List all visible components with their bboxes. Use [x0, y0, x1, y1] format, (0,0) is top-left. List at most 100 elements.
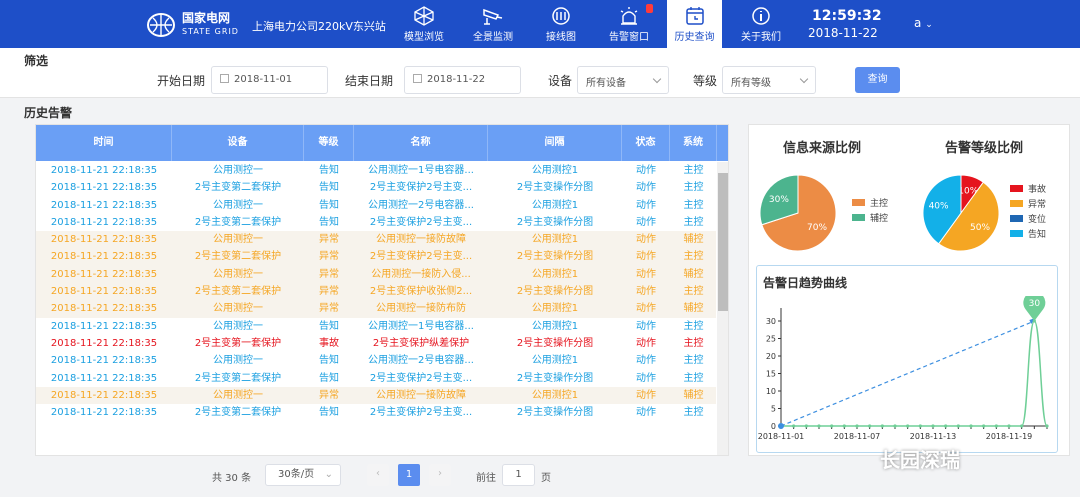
watermark-text: 长园深瑞 [880, 448, 960, 472]
nav-label: 模型浏览 [404, 32, 444, 43]
end-date-input[interactable]: 2018-11-22 [404, 66, 521, 94]
data-point[interactable] [1020, 424, 1024, 428]
data-point[interactable] [842, 424, 846, 428]
table-row[interactable]: 2018-11-21 22:18:35 公用测控一 异常 公用测控一接防故障 公用测控1… [36, 231, 716, 249]
col-header-name[interactable]: 名称 [354, 125, 488, 161]
nav-panorama-monitor[interactable]: 全景监测 [463, 0, 523, 48]
start-point[interactable] [778, 423, 784, 429]
legend-item[interactable]: 异常 [1010, 197, 1046, 210]
data-point[interactable] [918, 424, 922, 428]
col-header-status[interactable]: 状态 [622, 125, 670, 161]
nav-history-query[interactable]: 历史查询 [667, 0, 722, 48]
table-cell: 公用测控一 [213, 355, 263, 367]
table-row[interactable]: 2018-11-21 22:18:35 公用测控一 告知 公用测控一1号电容器... 公… [36, 162, 716, 179]
data-point[interactable] [906, 424, 910, 428]
next-page-button[interactable]: › [429, 464, 451, 486]
legend-item[interactable]: 事故 [1010, 182, 1046, 195]
table-cell: 公用测控1 [531, 165, 579, 176]
data-point[interactable] [944, 424, 948, 428]
table-cell: 2018-11-21 22:18:35 [50, 355, 158, 367]
table-scrollbar-thumb[interactable] [718, 173, 728, 311]
data-point[interactable] [868, 424, 872, 428]
legend-item[interactable]: 主控 [852, 196, 888, 209]
table-cell: 2号主变保护2号主变... [369, 216, 473, 228]
table-row[interactable]: 2018-11-21 22:18:35 2号主变第二套保护 告知 2号主变保护2号主变… [36, 179, 716, 196]
table-row[interactable]: 2018-11-21 22:18:35 2号主变第二套保护 告知 2号主变保护2号主变… [36, 214, 716, 231]
device-label: 设备 [548, 74, 573, 88]
data-point[interactable] [1045, 424, 1049, 428]
col-header-level[interactable]: 等级 [304, 125, 354, 161]
table-row[interactable]: 2018-11-21 22:18:35 2号主变第二套保护 异常 2号主变保护收张侧2… [36, 283, 716, 301]
table-cell: 2号主变第二套保护 [194, 372, 282, 384]
user-menu[interactable]: a ⌄ [914, 16, 933, 30]
data-point[interactable] [982, 424, 986, 428]
nav-model-browse[interactable]: 模型浏览 [394, 0, 454, 48]
username: a [914, 16, 922, 30]
data-point[interactable] [855, 424, 859, 428]
data-point[interactable] [792, 424, 796, 428]
table-row[interactable]: 2018-11-21 22:18:35 2号主变第二套保护 告知 2号主变保护2号主变… [36, 404, 716, 421]
table-row[interactable]: 2018-11-21 22:18:35 公用测控一 异常 公用测控一接防入侵... 公用… [36, 265, 716, 284]
data-point[interactable] [880, 424, 884, 428]
series-line [781, 320, 1048, 427]
page-number-current[interactable]: 1 [398, 464, 420, 486]
table-cell: 公用测控一1号电容器... [368, 320, 474, 332]
goto-page-input[interactable]: 1 [502, 464, 535, 486]
legend-swatch [1010, 200, 1023, 207]
prev-page-button[interactable]: ‹ [367, 464, 389, 486]
data-point[interactable] [817, 424, 821, 428]
query-button[interactable]: 查询 [855, 67, 900, 93]
table-cell: 2018-11-21 22:18:35 [50, 303, 158, 315]
start-date-input[interactable]: 2018-11-01 [211, 66, 328, 94]
data-point[interactable] [830, 424, 834, 428]
table-cell: 2号主变操作分图 [516, 372, 594, 384]
device-select-value: 所有设备 [586, 78, 626, 89]
table-cell: 2号主变操作分图 [516, 337, 594, 349]
col-header-system[interactable]: 系统 [670, 125, 717, 161]
col-header-bay[interactable]: 间隔 [488, 125, 622, 161]
start-date-label: 开始日期 [157, 74, 206, 88]
nav-label: 接线图 [546, 32, 576, 43]
table-cell: 公用测控一2号电容器... [368, 355, 474, 367]
table-row[interactable]: 2018-11-21 22:18:35 公用测控一 告知 公用测控一1号电容器... 公… [36, 318, 716, 335]
nav-about-us[interactable]: 关于我们 [731, 0, 791, 48]
table-cell: 公用测控一 [213, 268, 263, 280]
table-cell: 异常 [319, 234, 339, 246]
legend-item[interactable]: 告知 [1010, 227, 1046, 240]
legend-item[interactable]: 变位 [1010, 212, 1046, 225]
data-point[interactable] [956, 424, 960, 428]
level-select[interactable]: 所有等级 [722, 66, 816, 94]
table-row[interactable]: 2018-11-21 22:18:35 公用测控一 异常 公用测控一接防故障 公用测控1… [36, 386, 716, 405]
data-point[interactable] [931, 424, 935, 428]
table-cell: 2号主变第二套保护 [194, 407, 282, 419]
col-header-device[interactable]: 设备 [172, 125, 304, 161]
table-cell: 动作 [636, 165, 656, 176]
table-cell: 2018-11-21 22:18:35 [50, 165, 158, 176]
history-alarm-table: 时间 设备 等级 名称 间隔 状态 系统 2018-11-21 22:18:35… [35, 124, 729, 456]
table-row[interactable]: 2018-11-21 22:18:35 公用测控一 告知 公用测控一2号电容器... 公… [36, 197, 716, 214]
nav-alarm-window[interactable]: 告警窗口 [599, 0, 659, 48]
table-cell: 异常 [319, 303, 339, 315]
table-cell: 主控 [683, 216, 704, 228]
table-row[interactable]: 2018-11-21 22:18:35 2号主变第一套保护 事故 2号主变保护纵差保护… [36, 335, 716, 352]
data-point[interactable] [969, 424, 973, 428]
alarm-icon [620, 7, 638, 25]
legend-item[interactable]: 辅控 [852, 211, 888, 224]
table-cell: 公用测控一1号电容器... [368, 165, 474, 176]
table-cell: 动作 [636, 337, 656, 349]
table-row[interactable]: 2018-11-21 22:18:35 公用测控一 告知 公用测控一2号电容器... 公… [36, 352, 716, 369]
data-point[interactable] [1007, 424, 1011, 428]
page-size-select[interactable]: 30条/页 ⌄ [265, 464, 341, 486]
table-row[interactable]: 2018-11-21 22:18:35 2号主变第二套保护 异常 2号主变保护2号主变… [36, 248, 716, 266]
data-point[interactable] [994, 424, 998, 428]
data-point[interactable] [804, 424, 808, 428]
calendar-icon [413, 74, 422, 83]
col-header-time[interactable]: 时间 [36, 125, 172, 161]
legend-label: 辅控 [870, 214, 889, 224]
table-cell: 公用测控一接防故障 [376, 234, 466, 246]
nav-wiring-diagram[interactable]: 接线图 [531, 0, 591, 48]
data-point[interactable] [893, 424, 897, 428]
table-row[interactable]: 2018-11-21 22:18:35 公用测控一 异常 公用测控一接防布防 公用测控1… [36, 300, 716, 318]
table-row[interactable]: 2018-11-21 22:18:35 2号主变第二套保护 告知 2号主变保护2号主变… [36, 370, 716, 387]
device-select[interactable]: 所有设备 [577, 66, 669, 94]
